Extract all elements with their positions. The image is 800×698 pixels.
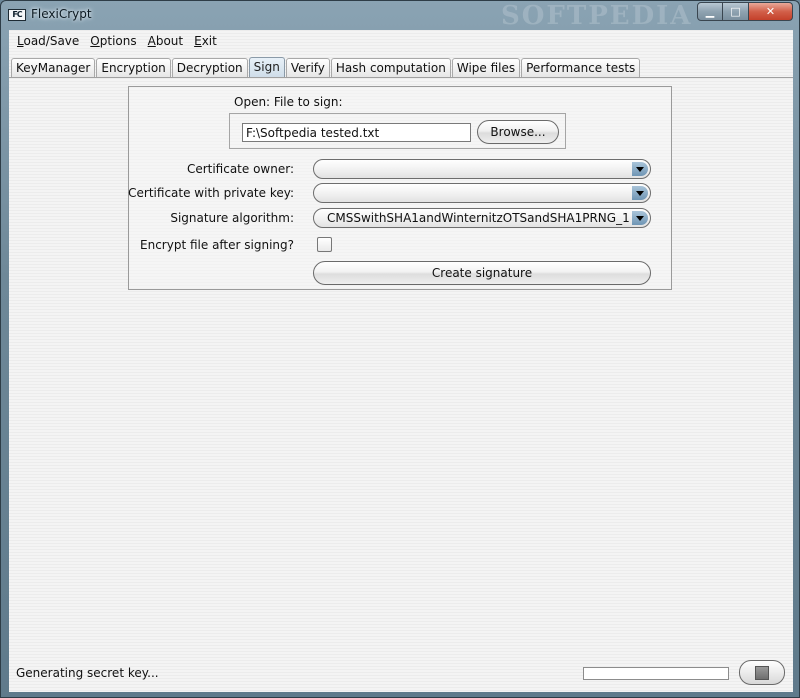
client-area: Load/Save Options About Exit KeyManager …	[9, 30, 793, 692]
file-group: Browse...	[229, 113, 566, 149]
stop-button[interactable]	[739, 660, 785, 685]
chevron-down-icon[interactable]	[632, 186, 648, 200]
signature-algorithm-select[interactable]: CMSSwithSHA1andWinternitzOTSandSHA1PRNG_…	[313, 208, 651, 228]
sign-panel: Open: File to sign: Browse... Certificat…	[128, 86, 672, 290]
certificate-owner-label: Certificate owner:	[186, 162, 294, 176]
maximize-icon: □	[730, 5, 741, 18]
encrypt-after-checkbox[interactable]	[317, 237, 332, 252]
close-button[interactable]: ✕	[749, 2, 793, 21]
menu-load-save[interactable]: Load/Save	[17, 34, 79, 48]
certificate-private-key-select[interactable]	[313, 183, 651, 203]
watermark: SOFTPEDIA	[501, 1, 693, 31]
tab-verify[interactable]: Verify	[285, 58, 330, 77]
progress-bar	[583, 667, 729, 680]
tab-sign[interactable]: Sign	[248, 57, 285, 77]
tab-strip: KeyManager Encryption Decryption Sign Ve…	[11, 57, 641, 77]
tab-wipe-files[interactable]: Wipe files	[451, 58, 521, 77]
app-icon: FC	[8, 9, 26, 21]
window-controls: ▁ □ ✕	[697, 2, 793, 21]
tab-encryption[interactable]: Encryption	[96, 58, 171, 77]
stop-icon	[755, 666, 769, 680]
tab-hash-computation[interactable]: Hash computation	[330, 58, 451, 77]
status-bar: Generating secret key...	[9, 658, 793, 690]
menu-bar: Load/Save Options About Exit	[9, 30, 793, 52]
chevron-down-icon[interactable]	[632, 162, 648, 176]
certificate-owner-select[interactable]	[313, 159, 651, 179]
menu-about[interactable]: About	[148, 34, 184, 48]
create-signature-button[interactable]: Create signature	[313, 261, 651, 285]
tab-keymanager[interactable]: KeyManager	[11, 58, 96, 77]
open-file-label: Open: File to sign:	[234, 95, 343, 109]
minimize-button[interactable]: ▁	[697, 2, 723, 21]
signature-algorithm-value: CMSSwithSHA1andWinternitzOTSandSHA1PRNG_…	[327, 211, 630, 225]
menu-options[interactable]: Options	[90, 34, 136, 48]
tab-divider	[9, 77, 793, 78]
menu-exit[interactable]: Exit	[194, 34, 217, 48]
status-text: Generating secret key...	[16, 666, 159, 680]
chevron-down-icon[interactable]	[632, 211, 648, 225]
minimize-icon: ▁	[705, 5, 715, 18]
file-path-input[interactable]	[242, 123, 471, 142]
certificate-private-key-label: Certificate with private key:	[128, 186, 294, 200]
window-title: FlexiCrypt	[31, 7, 92, 21]
tab-performance-tests[interactable]: Performance tests	[521, 58, 641, 77]
close-icon: ✕	[765, 5, 776, 18]
signature-algorithm-label: Signature algorithm:	[170, 211, 294, 225]
title-bar[interactable]: FC FlexiCrypt SOFTPEDIA ▁ □ ✕	[1, 1, 799, 31]
browse-button[interactable]: Browse...	[477, 120, 559, 144]
tab-decryption[interactable]: Decryption	[171, 58, 248, 77]
encrypt-after-label: Encrypt file after signing?	[140, 238, 294, 252]
maximize-button[interactable]: □	[723, 2, 749, 21]
app-window: FC FlexiCrypt SOFTPEDIA ▁ □ ✕ Load/Save …	[0, 0, 800, 698]
